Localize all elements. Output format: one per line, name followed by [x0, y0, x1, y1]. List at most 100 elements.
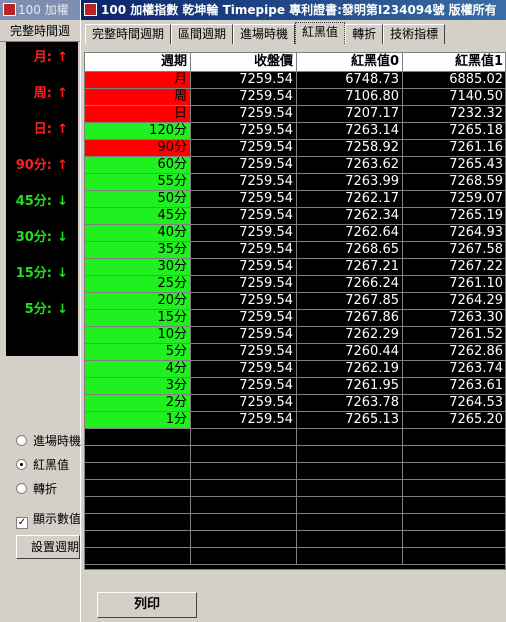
close-cell: 7259.54: [191, 191, 297, 208]
show-values-checkbox[interactable]: ✓ 顯示數值: [16, 510, 81, 529]
period-cell: 40分: [85, 225, 191, 242]
table-row[interactable]: 10分 7259.54 7262.29 7261.52: [85, 327, 505, 344]
header-redblack-1[interactable]: 紅黑值1: [403, 53, 505, 72]
table-row[interactable]: [85, 514, 505, 531]
period-cell: 55分: [85, 174, 191, 191]
redblack-0-cell: 7263.62: [297, 157, 403, 174]
close-cell: 7259.54: [191, 174, 297, 191]
table-row[interactable]: 40分 7259.54 7262.64 7264.93: [85, 225, 505, 242]
header-close[interactable]: 收盤價: [191, 53, 297, 72]
table-row[interactable]: 120分 7259.54 7263.14 7265.18: [85, 123, 505, 140]
table-row[interactable]: 日 7259.54 7207.17 7232.32: [85, 106, 505, 123]
table-header-row: 週期 收盤價 紅黑值0 紅黑值1: [85, 53, 505, 72]
close-cell: [191, 531, 297, 548]
print-button[interactable]: 列印: [97, 592, 197, 618]
option-radio[interactable]: 紅黑值: [16, 456, 69, 474]
redblack-0-cell: [297, 446, 403, 463]
window-titlebar[interactable]: 100 加權指數 乾坤輪 Timepipe 專利證書:發明第I234094號 版…: [81, 0, 506, 20]
table-row[interactable]: [85, 531, 505, 548]
back-window-title: 100 加權: [18, 3, 69, 17]
app-icon: [84, 3, 97, 16]
table-row[interactable]: 30分 7259.54 7267.21 7267.22: [85, 259, 505, 276]
redblack-0-cell: 7267.85: [297, 293, 403, 310]
close-cell: [191, 480, 297, 497]
header-redblack-0[interactable]: 紅黑值0: [297, 53, 403, 72]
redblack-1-cell: [403, 429, 505, 446]
radio-icon: [16, 435, 27, 446]
close-cell: 7259.54: [191, 123, 297, 140]
table-row[interactable]: 90分 7259.54 7258.92 7261.16: [85, 140, 505, 157]
back-window-tab[interactable]: 完整時間週: [0, 20, 80, 42]
redblack-0-cell: [297, 497, 403, 514]
period-cell: 15分: [85, 310, 191, 327]
redblack-1-cell: 7267.22: [403, 259, 505, 276]
close-cell: 7259.54: [191, 208, 297, 225]
back-window-titlebar[interactable]: 100 加權: [0, 0, 80, 20]
indicator-label: 日:: [33, 122, 52, 137]
redblack-0-cell: 7260.44: [297, 344, 403, 361]
table-row[interactable]: 35分 7259.54 7268.65 7267.58: [85, 242, 505, 259]
arrow-up-icon: ↑: [57, 50, 68, 65]
table-row[interactable]: 55分 7259.54 7263.99 7268.59: [85, 174, 505, 191]
period-cell: 月: [85, 72, 191, 89]
table-row[interactable]: 1分 7259.54 7265.13 7265.20: [85, 412, 505, 429]
redblack-1-cell: 7265.18: [403, 123, 505, 140]
table-row[interactable]: [85, 446, 505, 463]
arrow-down-icon: ↓: [57, 302, 68, 317]
trend-indicator: 30分: ↓: [6, 228, 78, 248]
table-row[interactable]: 3分 7259.54 7261.95 7263.61: [85, 378, 505, 395]
redblack-1-cell: [403, 446, 505, 463]
option-radio[interactable]: 進場時機: [16, 432, 81, 450]
table-row[interactable]: 45分 7259.54 7262.34 7265.19: [85, 208, 505, 225]
option-radio[interactable]: 轉折: [16, 480, 57, 498]
table-row[interactable]: 周 7259.54 7106.80 7140.50: [85, 89, 505, 106]
table-row[interactable]: 5分 7259.54 7260.44 7262.86: [85, 344, 505, 361]
table-row[interactable]: [85, 480, 505, 497]
set-period-button[interactable]: 設置週期: [16, 535, 80, 559]
table-row[interactable]: [85, 497, 505, 514]
table-row[interactable]: 50分 7259.54 7262.17 7259.07: [85, 191, 505, 208]
redblack-1-cell: 7140.50: [403, 89, 505, 106]
table-row[interactable]: 2分 7259.54 7263.78 7264.53: [85, 395, 505, 412]
tab[interactable]: 轉折: [345, 24, 384, 44]
table-row[interactable]: [85, 548, 505, 565]
table-row[interactable]: [85, 429, 505, 446]
data-grid[interactable]: 週期 收盤價 紅黑值0 紅黑值1 月 7259.54 6748.73 6885.02 周…: [84, 52, 506, 570]
redblack-1-cell: [403, 514, 505, 531]
header-period[interactable]: 週期: [85, 53, 191, 72]
redblack-0-cell: 7207.17: [297, 106, 403, 123]
arrow-down-icon: ↓: [57, 266, 68, 281]
redblack-0-cell: 7106.80: [297, 89, 403, 106]
redblack-0-cell: 7263.99: [297, 174, 403, 191]
period-cell: [85, 463, 191, 480]
radio-icon: [16, 459, 27, 470]
option-label: 紅黑值: [33, 458, 70, 472]
table-row[interactable]: 20分 7259.54 7267.85 7264.29: [85, 293, 505, 310]
redblack-0-cell: [297, 480, 403, 497]
redblack-1-cell: 7261.52: [403, 327, 505, 344]
close-cell: 7259.54: [191, 378, 297, 395]
indicator-label: 月:: [33, 50, 52, 65]
table-row[interactable]: 60分 7259.54 7263.62 7265.43: [85, 157, 505, 174]
tab[interactable]: 區間週期: [171, 24, 234, 44]
redblack-0-cell: [297, 548, 403, 565]
tab[interactable]: 紅黑值: [295, 22, 346, 44]
table-row[interactable]: 月 7259.54 6748.73 6885.02: [85, 72, 505, 89]
redblack-1-cell: 7262.86: [403, 344, 505, 361]
tab[interactable]: 技術指標: [383, 24, 446, 44]
period-cell: [85, 429, 191, 446]
table-row[interactable]: 15分 7259.54 7267.86 7263.30: [85, 310, 505, 327]
table-row[interactable]: 4分 7259.54 7262.19 7263.74: [85, 361, 505, 378]
redblack-1-cell: [403, 480, 505, 497]
table-row[interactable]: 25分 7259.54 7266.24 7261.10: [85, 276, 505, 293]
close-cell: 7259.54: [191, 157, 297, 174]
indicator-label: 周:: [33, 86, 52, 101]
redblack-0-cell: 7262.19: [297, 361, 403, 378]
trend-indicator-panel: 月: ↑ 周: ↑ 日: ↑ 90分: ↑ 45分: ↓ 30分: ↓ 15分: ↓ 5分: ↓: [6, 42, 78, 356]
period-cell: 90分: [85, 140, 191, 157]
period-cell: 10分: [85, 327, 191, 344]
period-cell: 120分: [85, 123, 191, 140]
tab[interactable]: 完整時間週期: [85, 24, 172, 44]
tab[interactable]: 進場時機: [233, 24, 296, 44]
table-row[interactable]: [85, 463, 505, 480]
